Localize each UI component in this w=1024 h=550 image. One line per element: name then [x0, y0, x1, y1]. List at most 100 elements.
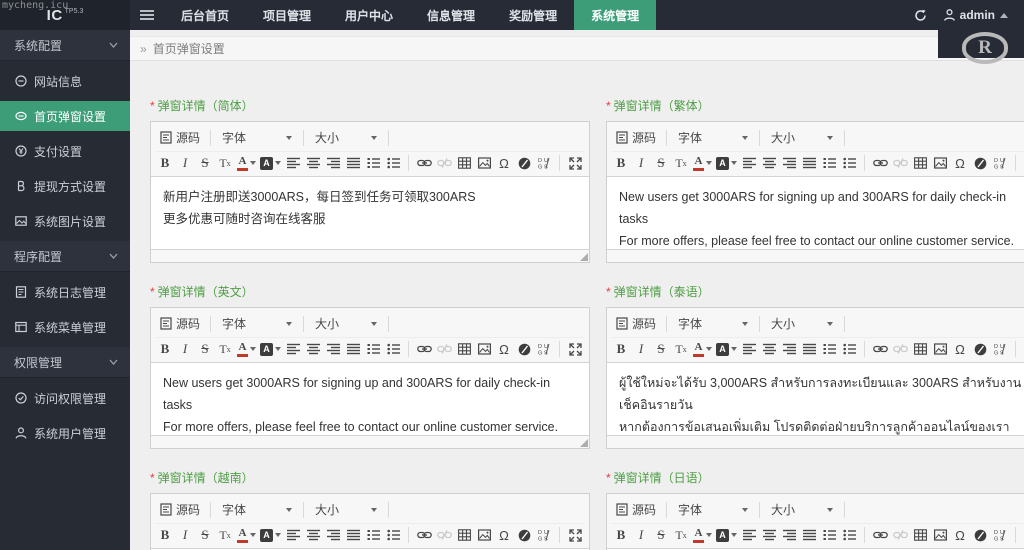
ordered-list-button[interactable]: [819, 340, 839, 359]
sidebar-toggle-button[interactable]: [130, 0, 164, 30]
text-color-button[interactable]: A: [691, 340, 714, 359]
unordered-list-button[interactable]: [383, 340, 403, 359]
text-color-button[interactable]: A: [235, 154, 258, 173]
unordered-list-button[interactable]: [839, 154, 859, 173]
align-center-button[interactable]: [759, 526, 779, 545]
align-right-button[interactable]: [779, 526, 799, 545]
image-button[interactable]: [930, 154, 950, 173]
link-button[interactable]: [870, 340, 890, 359]
align-right-button[interactable]: [323, 526, 343, 545]
sidebar-item-access-permissions[interactable]: 访问权限管理: [0, 383, 130, 413]
strikethrough-button[interactable]: S: [195, 340, 215, 359]
refresh-button[interactable]: [904, 0, 938, 30]
special-char-button[interactable]: Ω: [950, 526, 970, 545]
justify-button[interactable]: [343, 340, 363, 359]
editor-content-area[interactable]: New users get 3000ARS for signing up and…: [607, 177, 1024, 249]
glyph-table-button[interactable]: DUGS: [534, 340, 554, 359]
size-combo[interactable]: 大小: [309, 500, 383, 520]
font-combo[interactable]: 字体: [216, 128, 298, 148]
sidebar-item-user-management[interactable]: 系统用户管理: [0, 418, 130, 448]
about-editor-button[interactable]: [514, 526, 534, 545]
bold-button[interactable]: B: [611, 154, 631, 173]
align-right-button[interactable]: [779, 340, 799, 359]
sidebar-item-withdraw-settings[interactable]: 提现方式设置: [0, 171, 130, 201]
sidebar-group-permissions[interactable]: 权限管理: [0, 347, 130, 378]
table-button[interactable]: [910, 526, 930, 545]
strikethrough-button[interactable]: S: [651, 154, 671, 173]
unlink-button[interactable]: [890, 340, 910, 359]
sidebar-item-site-info[interactable]: 网站信息: [0, 66, 130, 96]
about-editor-button[interactable]: [514, 340, 534, 359]
nav-item-projects[interactable]: 项目管理: [246, 0, 328, 30]
image-button[interactable]: [474, 340, 494, 359]
align-center-button[interactable]: [303, 526, 323, 545]
unordered-list-button[interactable]: [839, 526, 859, 545]
image-button[interactable]: [474, 154, 494, 173]
unlink-button[interactable]: [434, 154, 454, 173]
remove-format-button[interactable]: Tx: [671, 526, 691, 545]
font-combo[interactable]: 字体: [216, 314, 298, 334]
user-menu[interactable]: admin: [938, 0, 1024, 30]
link-button[interactable]: [414, 154, 434, 173]
align-left-button[interactable]: [739, 340, 759, 359]
align-right-button[interactable]: [779, 154, 799, 173]
table-button[interactable]: [454, 154, 474, 173]
align-left-button[interactable]: [739, 154, 759, 173]
unlink-button[interactable]: [434, 340, 454, 359]
ordered-list-button[interactable]: [819, 154, 839, 173]
font-combo[interactable]: 字体: [672, 314, 754, 334]
image-button[interactable]: [930, 526, 950, 545]
bold-button[interactable]: B: [155, 154, 175, 173]
special-char-button[interactable]: Ω: [494, 340, 514, 359]
remove-format-button[interactable]: Tx: [671, 154, 691, 173]
glyph-table-button[interactable]: DUGS: [534, 154, 554, 173]
unordered-list-button[interactable]: [839, 340, 859, 359]
glyph-table-button[interactable]: DUGS: [990, 340, 1010, 359]
remove-format-button[interactable]: Tx: [671, 340, 691, 359]
justify-button[interactable]: [343, 526, 363, 545]
bg-color-button[interactable]: A: [258, 526, 283, 545]
source-button[interactable]: 源码: [155, 314, 205, 333]
special-char-button[interactable]: Ω: [494, 154, 514, 173]
align-left-button[interactable]: [283, 154, 303, 173]
editor-content-area[interactable]: 新用户注册即送3000ARS，每日签到任务可领取300ARS 更多优惠可随时咨询…: [151, 177, 589, 249]
nav-item-user-center[interactable]: 用户中心: [328, 0, 410, 30]
bg-color-button[interactable]: A: [714, 154, 739, 173]
about-editor-button[interactable]: [970, 526, 990, 545]
unlink-button[interactable]: [890, 526, 910, 545]
bg-color-button[interactable]: A: [714, 340, 739, 359]
glyph-table-button[interactable]: DUGS: [990, 154, 1010, 173]
remove-format-button[interactable]: Tx: [215, 340, 235, 359]
text-color-button[interactable]: A: [691, 154, 714, 173]
italic-button[interactable]: I: [175, 340, 195, 359]
bg-color-button[interactable]: A: [258, 154, 283, 173]
image-button[interactable]: [474, 526, 494, 545]
italic-button[interactable]: I: [631, 154, 651, 173]
font-combo[interactable]: 字体: [672, 500, 754, 520]
sidebar-item-menu-management[interactable]: 系统菜单管理: [0, 312, 130, 342]
align-center-button[interactable]: [303, 340, 323, 359]
source-button[interactable]: 源码: [611, 128, 661, 147]
sidebar-item-payment-settings[interactable]: 支付设置: [0, 136, 130, 166]
nav-item-system[interactable]: 系统管理: [574, 0, 657, 30]
about-editor-button[interactable]: [970, 154, 990, 173]
maximize-button[interactable]: [565, 154, 585, 173]
align-left-button[interactable]: [283, 526, 303, 545]
unordered-list-button[interactable]: [383, 154, 403, 173]
font-combo[interactable]: 字体: [672, 128, 754, 148]
source-button[interactable]: 源码: [611, 314, 661, 333]
size-combo[interactable]: 大小: [765, 314, 839, 334]
strikethrough-button[interactable]: S: [195, 154, 215, 173]
nav-item-info[interactable]: 信息管理: [410, 0, 492, 30]
table-button[interactable]: [454, 340, 474, 359]
bold-button[interactable]: B: [611, 340, 631, 359]
bold-button[interactable]: B: [611, 526, 631, 545]
resize-handle[interactable]: [580, 439, 588, 447]
bg-color-button[interactable]: A: [258, 340, 283, 359]
sidebar-item-popup-settings[interactable]: 首页弹窗设置: [0, 101, 130, 131]
ordered-list-button[interactable]: [363, 154, 383, 173]
align-left-button[interactable]: [739, 526, 759, 545]
unlink-button[interactable]: [434, 526, 454, 545]
glyph-table-button[interactable]: DUGS: [534, 526, 554, 545]
justify-button[interactable]: [343, 154, 363, 173]
